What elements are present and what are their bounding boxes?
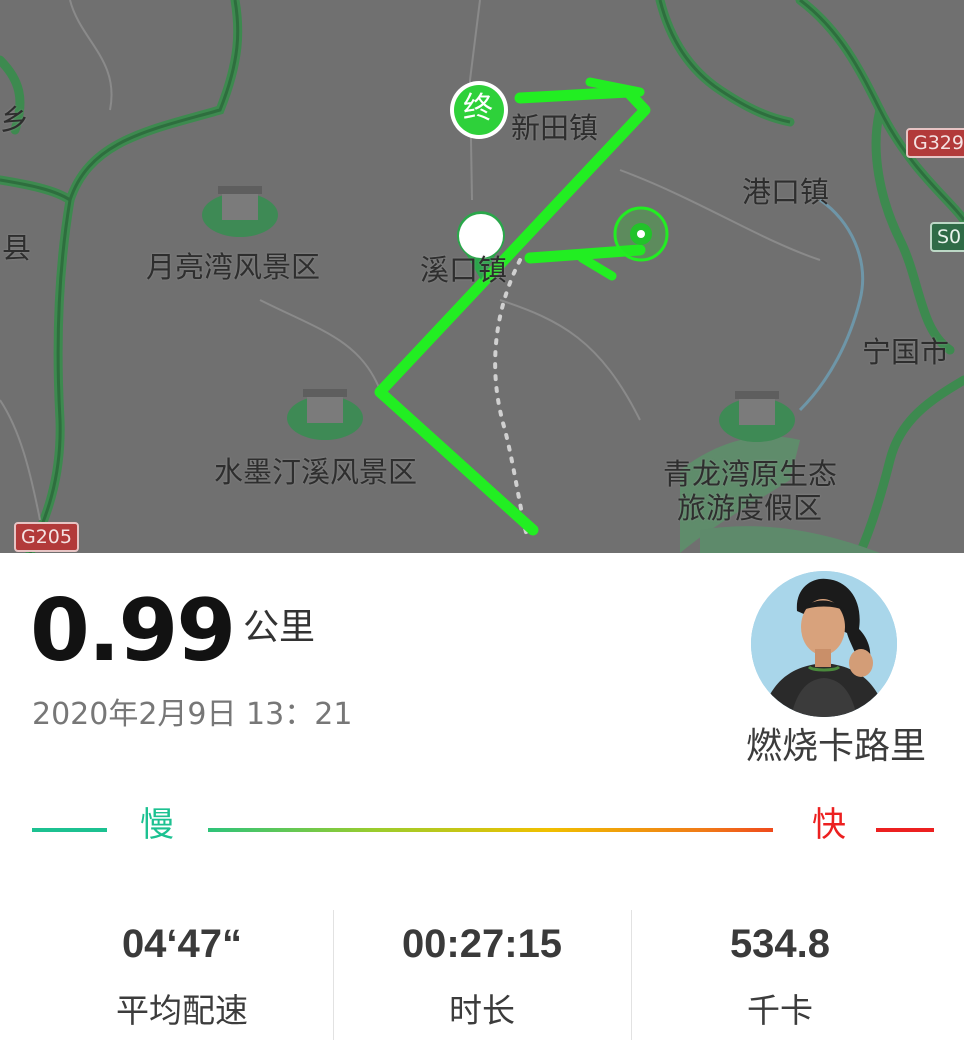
map-label-edge-xiang: 乡 bbox=[0, 103, 30, 137]
stat-value: 534.8 bbox=[729, 922, 831, 966]
avatar-illustration bbox=[751, 571, 897, 717]
map-label-qinglongwan-2: 旅游度假区 bbox=[677, 491, 823, 525]
pace-fast-label: 快 bbox=[812, 805, 846, 845]
stat-label: 平均配速 bbox=[116, 991, 248, 1030]
stat-value: 00:27:15 bbox=[401, 922, 563, 966]
distance-value: 0.99 bbox=[30, 581, 236, 681]
map-label-shuimoting: 水墨汀溪风景区 bbox=[214, 455, 418, 489]
route-map[interactable]: 终 新田镇 港口镇 月亮湾风景区 溪口镇 宁国市 水墨汀溪风景区 青龙湾原生态 … bbox=[0, 0, 964, 553]
stat-label: 时长 bbox=[449, 991, 515, 1030]
distance-unit: 公里 bbox=[243, 607, 316, 648]
scenic-icon bbox=[202, 186, 278, 237]
burn-calories-label: 燃烧卡路里 bbox=[746, 726, 927, 767]
end-marker-label: 终 bbox=[463, 91, 493, 126]
scenic-icon bbox=[719, 391, 795, 442]
pace-slow-label: 慢 bbox=[140, 805, 174, 845]
map-label-ningguo: 宁国市 bbox=[862, 335, 950, 369]
map-label-edge-xian: 县 bbox=[2, 231, 32, 265]
road-badge-g205: G205 bbox=[14, 522, 79, 552]
map-label-yueliangwan: 月亮湾风景区 bbox=[146, 250, 321, 284]
road-badge-s0: S0 bbox=[930, 222, 964, 252]
scenic-icon bbox=[287, 389, 363, 440]
map-label-gangkou: 港口镇 bbox=[742, 175, 830, 209]
stat-duration: 00:27:15 时长 bbox=[334, 910, 630, 1040]
road-badge-g329: G329 bbox=[906, 128, 964, 158]
stat-average-pace: 04‘47“ 平均配速 bbox=[32, 910, 332, 1040]
runner-avatar-icon[interactable] bbox=[751, 571, 897, 717]
stat-label: 千卡 bbox=[747, 991, 813, 1030]
pace-gradient-line bbox=[208, 828, 773, 832]
map-label-xikou: 溪口镇 bbox=[420, 253, 508, 287]
pace-fast-line bbox=[876, 828, 934, 832]
map-label-qinglongwan: 青龙湾原生态 bbox=[663, 457, 838, 491]
run-datetime: 2020年2月9日 13：21 bbox=[32, 697, 353, 732]
start-marker-icon bbox=[613, 206, 669, 262]
pace-slow-line bbox=[32, 828, 107, 832]
map-label-xintian: 新田镇 bbox=[511, 111, 599, 145]
stat-calories: 534.8 千卡 bbox=[632, 910, 928, 1040]
stat-value: 04‘47“ bbox=[121, 922, 243, 966]
